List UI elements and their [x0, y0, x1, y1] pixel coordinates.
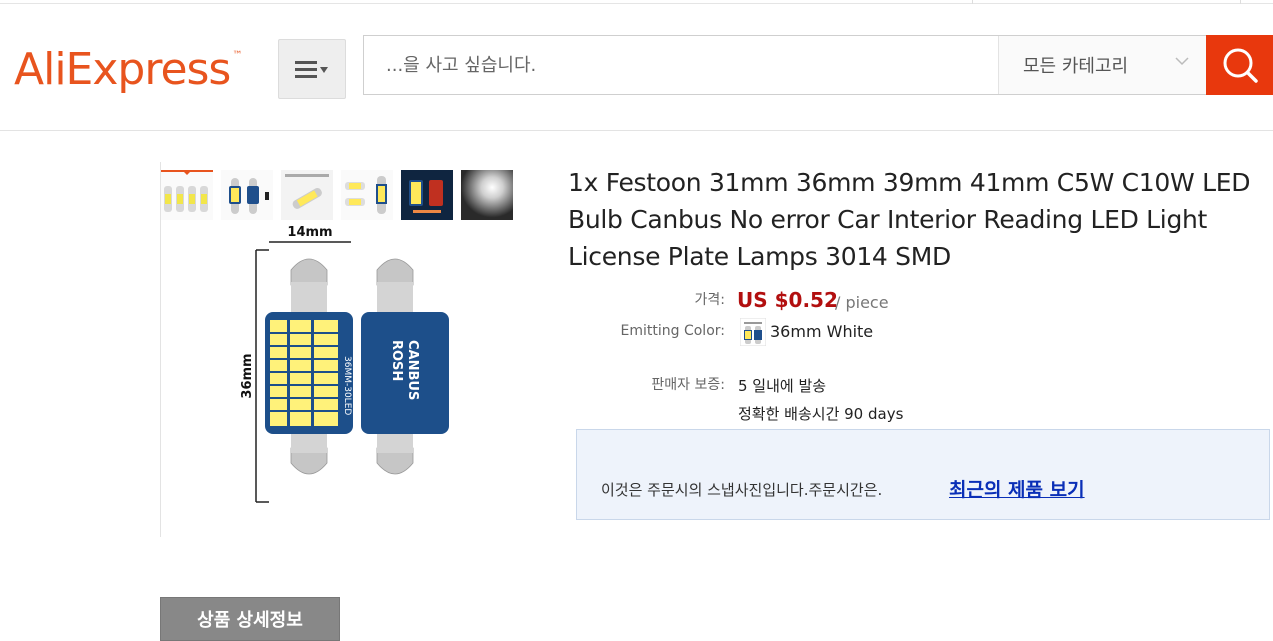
color-option-thumbnail[interactable] [740, 318, 766, 346]
bulb-thumbnail-icon [461, 170, 513, 220]
thumbnail-3[interactable] [281, 170, 333, 220]
view-latest-product-link[interactable]: 최근의 제품 보기 [949, 475, 1085, 502]
thumbnail-strip [161, 170, 513, 220]
seller-guarantee-label: 판매자 보증: [651, 377, 725, 393]
bulb-thumbnail-icon [401, 170, 453, 220]
logo-text: AliExpress [14, 44, 231, 95]
led-marking-label: 36MM-30LED [342, 356, 352, 415]
bulb-thumbnail-icon [345, 176, 387, 214]
snapshot-notice-text: 이것은 주문시의 스냅사진입니다.주문시간은. [601, 481, 883, 499]
emitting-color-label: Emitting Color: [620, 323, 725, 339]
height-dimension-label: 36mm [240, 353, 255, 398]
product-title: 1x Festoon 31mm 36mm 39mm 41mm C5W C10W … [568, 168, 1251, 271]
ship-days: 5 일내에 발송 [738, 377, 827, 395]
thumbnail-5[interactable] [401, 170, 453, 220]
hamburger-icon [295, 61, 328, 78]
product-main-image: 14mm 36mm 36MM-30LED CANBUS ROSH [240, 225, 449, 503]
snapshot-notice: 이것은 주문시의 스냅사진입니다.주문시간은. 최근의 제품 보기 [576, 429, 1270, 520]
tab-product-details[interactable]: 상품 상세정보 [160, 597, 340, 641]
canbus-label: CANBUS [405, 340, 420, 400]
search-button[interactable] [1206, 35, 1273, 95]
category-select[interactable]: 모든 카테고리 [998, 36, 1207, 94]
thumbnail-4[interactable] [341, 170, 393, 220]
price-unit: / piece [835, 293, 889, 312]
category-select-label: 모든 카테고리 [1023, 56, 1129, 77]
width-dimension-label: 14mm [287, 225, 332, 240]
search-input[interactable] [364, 36, 998, 94]
emitting-color-value: 36mm White [770, 322, 874, 341]
rosh-label: ROSH [389, 340, 404, 381]
logo-trademark: ™ [232, 50, 242, 61]
delivery-time: 정확한 배송시간 90 days [738, 405, 904, 423]
aliexpress-logo[interactable]: AliExpress ™ [14, 44, 242, 104]
thumbnail-1[interactable] [161, 170, 213, 220]
search-bar: 모든 카테고리 [363, 35, 1207, 95]
bulb-thumbnail-icon [164, 186, 208, 212]
search-icon [1223, 48, 1258, 83]
product-price: US $0.52 [737, 288, 838, 312]
bulb-thumbnail-icon [281, 170, 333, 220]
bulb-thumbnail-icon [229, 178, 269, 214]
price-label: 가격: [694, 292, 725, 308]
thumbnail-6[interactable] [461, 170, 513, 220]
thumbnail-2[interactable] [221, 170, 273, 220]
product-gallery: 14mm 36mm 36MM-30LED CANBUS ROSH [160, 162, 535, 537]
category-menu-button[interactable] [278, 39, 346, 99]
chevron-down-icon [1175, 57, 1189, 66]
